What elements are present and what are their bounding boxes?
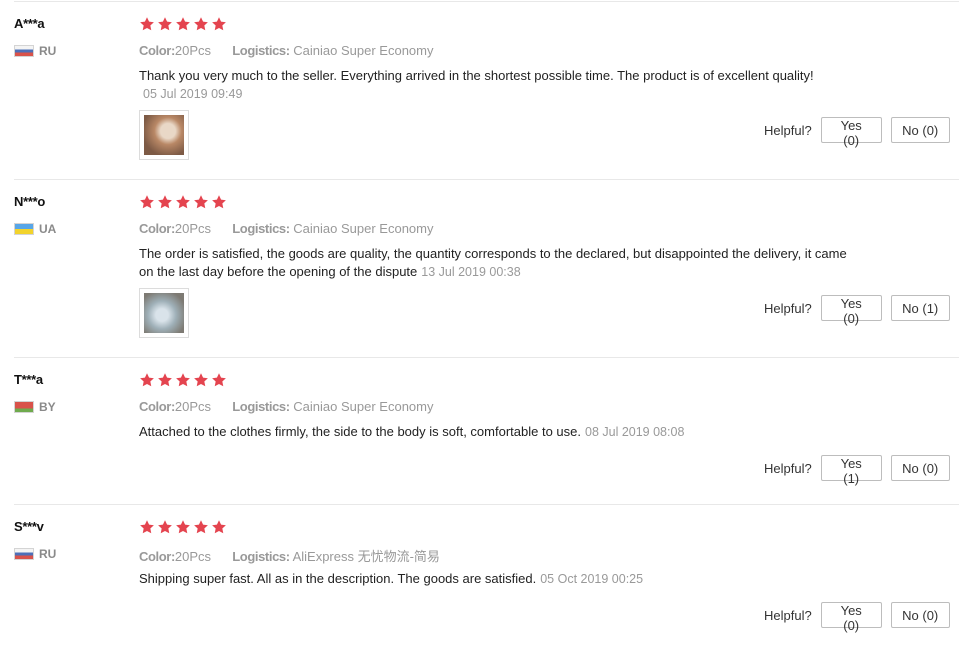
helpful-label: Helpful? <box>764 607 812 623</box>
helpful-yes-button[interactable]: Yes (0) <box>820 295 882 326</box>
reviewer-country: UA <box>14 222 56 236</box>
review-content: Shipping super fast. All as in the descr… <box>139 570 864 588</box>
star-icon <box>176 520 190 534</box>
helpful-vote: Helpful? Yes (1) No (0) <box>764 455 950 486</box>
russia-flag-icon <box>14 45 34 57</box>
logistics-key: Logistics: <box>232 399 290 414</box>
helpful-label: Helpful? <box>764 300 812 316</box>
review-date: 05 Jul 2019 09:49 <box>143 87 243 101</box>
color-key: Color: <box>139 399 175 414</box>
review-content: Thank you very much to the seller. Every… <box>139 67 864 103</box>
helpful-yes-button[interactable]: Yes (1) <box>820 455 882 486</box>
ukraine-flag-icon <box>14 223 34 235</box>
color-value: 20Pcs <box>174 43 212 58</box>
star-icon <box>158 195 172 209</box>
star-icon <box>158 373 172 387</box>
star-icon <box>140 373 154 387</box>
star-icon <box>212 195 226 209</box>
logistics-key: Logistics: <box>232 221 290 236</box>
star-icon <box>140 195 154 209</box>
helpful-no-button[interactable]: No (1) <box>890 295 950 321</box>
star-icon <box>158 520 172 534</box>
star-rating <box>139 194 227 210</box>
review-date: 05 Oct 2019 00:25 <box>540 572 644 586</box>
country-code: RU <box>39 547 57 561</box>
star-icon <box>194 195 208 209</box>
helpful-label: Helpful? <box>764 460 812 476</box>
review-item: N***o UA Color:20Pcs Logistics: Cainiao … <box>0 180 975 358</box>
country-code: UA <box>39 222 57 236</box>
star-icon <box>140 17 154 31</box>
order-info: Color:20Pcs Logistics: Cainiao Super Eco… <box>139 221 434 236</box>
color-key: Color: <box>139 221 175 236</box>
color-key: Color: <box>139 43 175 58</box>
country-code: BY <box>39 400 56 414</box>
reviewer-name: A***a <box>14 16 45 31</box>
logistics-value: Cainiao Super Economy <box>293 43 434 58</box>
star-icon <box>194 17 208 31</box>
color-value: 20Pcs <box>174 221 212 236</box>
star-icon <box>194 520 208 534</box>
star-icon <box>176 373 190 387</box>
helpful-yes-button[interactable]: Yes (0) <box>820 117 882 148</box>
star-rating <box>139 16 227 32</box>
logistics-key: Logistics: <box>232 43 290 58</box>
logistics-value: AliExpress 无忧物流-简易 <box>292 549 440 564</box>
review-text: Thank you very much to the seller. Every… <box>139 68 814 83</box>
reviewer-country: BY <box>14 400 56 414</box>
order-info: Color:20Pcs Logistics: AliExpress 无忧物流-简… <box>139 546 440 565</box>
star-icon <box>212 17 226 31</box>
star-rating <box>139 372 227 388</box>
star-icon <box>212 373 226 387</box>
helpful-vote: Helpful? Yes (0) No (0) <box>764 602 950 633</box>
star-icon <box>212 520 226 534</box>
feedback-list: A***a RU Color:20Pcs Logistics: Cainiao … <box>0 0 975 651</box>
helpful-vote: Helpful? Yes (0) No (1) <box>764 295 950 326</box>
reviewer-name: S***v <box>14 519 44 534</box>
logistics-value: Cainiao Super Economy <box>293 221 434 236</box>
star-rating <box>139 519 227 535</box>
logistics-value: Cainiao Super Economy <box>293 399 434 414</box>
review-item: A***a RU Color:20Pcs Logistics: Cainiao … <box>0 2 975 180</box>
reviewer-name: T***a <box>14 372 43 387</box>
color-value: 20Pcs <box>174 549 212 564</box>
review-content: The order is satisfied, the goods are qu… <box>139 245 864 281</box>
reviewer-name: N***o <box>14 194 46 209</box>
review-content: Attached to the clothes firmly, the side… <box>139 423 864 441</box>
color-value: 20Pcs <box>174 399 212 414</box>
review-item: T***a BY Color:20Pcs Logistics: Cainiao … <box>0 358 975 505</box>
helpful-label: Helpful? <box>764 122 812 138</box>
review-text: Shipping super fast. All as in the descr… <box>139 571 537 586</box>
order-info: Color:20Pcs Logistics: Cainiao Super Eco… <box>139 43 434 58</box>
helpful-no-button[interactable]: No (0) <box>890 455 950 481</box>
review-photo-thumbnail[interactable] <box>139 110 189 160</box>
color-key: Color: <box>139 549 175 564</box>
russia-flag-icon <box>14 548 34 560</box>
star-icon <box>176 17 190 31</box>
logistics-key: Logistics: <box>232 549 290 564</box>
belarus-flag-icon <box>14 401 34 413</box>
review-photo-thumbnail[interactable] <box>139 288 189 338</box>
star-icon <box>140 520 154 534</box>
helpful-no-button[interactable]: No (0) <box>890 117 950 143</box>
star-icon <box>158 17 172 31</box>
country-code: RU <box>39 44 57 58</box>
reviewer-country: RU <box>14 547 56 561</box>
review-item: S***v RU Color:20Pcs Logistics: AliExpre… <box>0 505 975 651</box>
helpful-no-button[interactable]: No (0) <box>890 602 950 628</box>
helpful-vote: Helpful? Yes (0) No (0) <box>764 117 950 148</box>
helpful-yes-button[interactable]: Yes (0) <box>820 602 882 633</box>
review-date: 13 Jul 2019 00:38 <box>421 265 521 279</box>
review-date: 08 Jul 2019 08:08 <box>585 425 685 439</box>
reviewer-country: RU <box>14 44 56 58</box>
star-icon <box>194 373 208 387</box>
review-text: Attached to the clothes firmly, the side… <box>139 424 581 439</box>
star-icon <box>176 195 190 209</box>
order-info: Color:20Pcs Logistics: Cainiao Super Eco… <box>139 399 434 414</box>
